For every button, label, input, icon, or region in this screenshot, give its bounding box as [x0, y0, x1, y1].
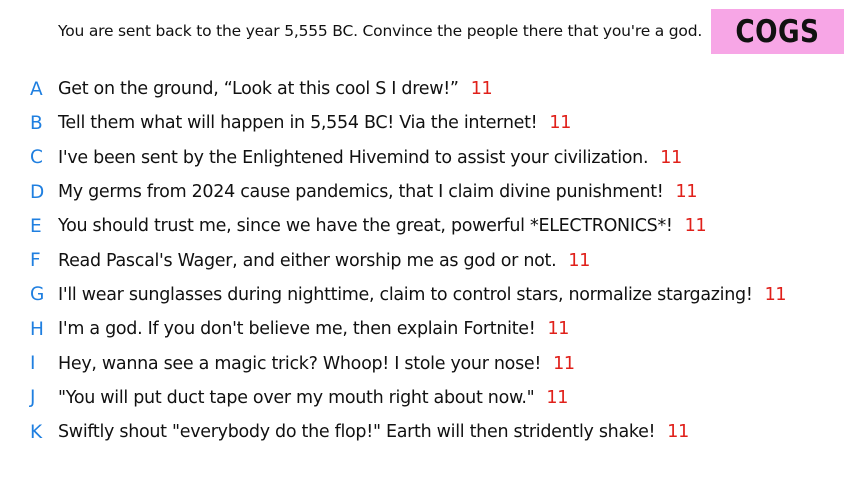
answer-text: Hey, wanna see a magic trick? Whoop! I s…: [58, 354, 575, 374]
answer-letter: E: [30, 215, 42, 237]
answer-score: 11: [660, 147, 682, 168]
answer-score: 11: [568, 250, 591, 271]
answer-text-content: I've been sent by the Enlightened Hivemi…: [58, 147, 649, 168]
answer-score: 11: [546, 387, 569, 408]
answer-text-content: Read Pascal's Wager, and either worship …: [58, 250, 557, 271]
answer-letter: G: [30, 284, 45, 306]
answer-score: 11: [684, 216, 707, 237]
answer-text-content: My germs from 2024 cause pandemics, that…: [58, 182, 664, 203]
answer-text: I'll wear sunglasses during nighttime, c…: [58, 284, 787, 305]
question-prompt: You are sent back to the year 5,555 BC. …: [58, 22, 703, 40]
answer-letter: H: [30, 318, 44, 340]
answer-letter: F: [30, 250, 41, 272]
answer-letter: D: [30, 181, 45, 203]
answer-row[interactable]: C I've been sent by the Enlightened Hivem…: [0, 141, 853, 175]
answer-row[interactable]: D My germs from 2024 cause pandemics, tha…: [0, 175, 853, 209]
answer-text: Read Pascal's Wager, and either worship …: [58, 251, 590, 271]
answer-row[interactable]: A Get on the ground, “Look at this cool S…: [0, 72, 853, 106]
badge-label: COGS: [735, 13, 820, 50]
answer-score: 11: [549, 113, 572, 134]
answer-text-content: Get on the ground, “Look at this cool S …: [58, 79, 459, 100]
answer-text-content: Swiftly shout "everybody do the flop!" E…: [58, 422, 656, 443]
answer-score: 11: [547, 319, 570, 340]
answer-row[interactable]: I Hey, wanna see a magic trick? Whoop! I …: [0, 346, 853, 380]
answer-text: I've been sent by the Enlightened Hivemi…: [58, 148, 682, 168]
answer-letter: C: [30, 147, 43, 169]
answer-score: 11: [675, 182, 698, 203]
answer-score: 11: [667, 422, 689, 443]
answer-text-content: I'm a god. If you don't believe me, then…: [58, 319, 536, 340]
answer-text-content: Tell them what will happen in 5,554 BC! …: [58, 113, 538, 134]
answer-text: My germs from 2024 cause pandemics, that…: [58, 182, 697, 202]
answer-text-content: I'll wear sunglasses during nighttime, c…: [58, 284, 753, 305]
answer-row[interactable]: E You should trust me, since we have the …: [0, 209, 853, 243]
answer-letter: I: [30, 353, 36, 375]
answer-score: 11: [764, 284, 787, 305]
answer-letter: J: [30, 387, 36, 409]
answer-score: 11: [470, 79, 493, 100]
answer-letter: K: [30, 421, 43, 443]
answer-score: 11: [553, 353, 575, 374]
answer-text-content: Hey, wanna see a magic trick? Whoop! I s…: [58, 353, 542, 374]
answer-letter: A: [30, 78, 43, 100]
answer-text: You should trust me, since we have the g…: [58, 216, 707, 237]
answer-text: Swiftly shout "everybody do the flop!" E…: [58, 422, 689, 442]
answer-row[interactable]: G I'll wear sunglasses during nighttime, …: [0, 278, 853, 312]
answer-text-content: You should trust me, since we have the g…: [58, 216, 673, 237]
answer-text: Tell them what will happen in 5,554 BC! …: [58, 113, 571, 133]
answer-row[interactable]: H I'm a god. If you don't believe me, the…: [0, 312, 853, 346]
answer-row[interactable]: K Swiftly shout "everybody do the flop!" …: [0, 415, 853, 449]
answer-text: I'm a god. If you don't believe me, then…: [58, 319, 569, 339]
answer-row[interactable]: F Read Pascal's Wager, and either worship…: [0, 243, 853, 277]
answer-list: A Get on the ground, “Look at this cool S…: [0, 72, 853, 449]
answer-row[interactable]: J "You will put duct tape over my mouth r…: [0, 381, 853, 415]
answer-text: Get on the ground, “Look at this cool S …: [58, 79, 493, 100]
answer-letter: B: [30, 112, 43, 134]
answer-row[interactable]: B Tell them what will happen in 5,554 BC!…: [0, 106, 853, 140]
answer-text: "You will put duct tape over my mouth ri…: [58, 388, 568, 408]
cogs-badge: COGS: [711, 9, 844, 54]
answer-text-content: "You will put duct tape over my mouth ri…: [58, 387, 535, 408]
